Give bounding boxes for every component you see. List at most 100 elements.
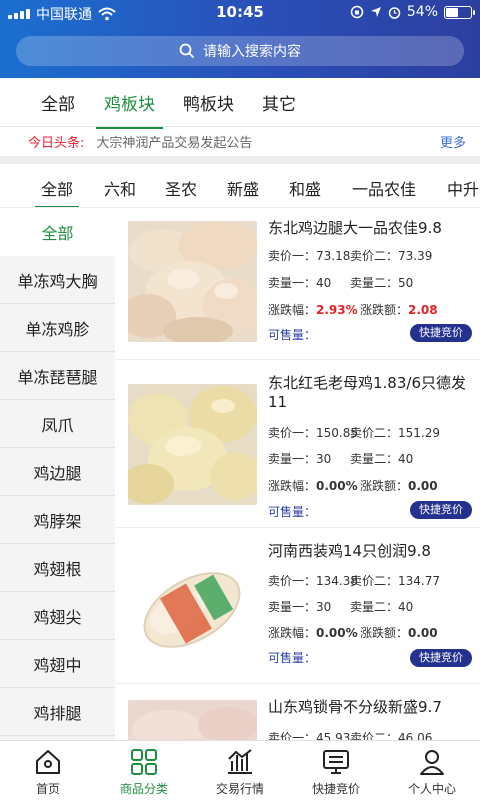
qty1-label: 卖量一： [268,276,317,290]
location-icon [370,7,381,17]
sidebar-item[interactable]: 单冻鸡胗 [0,304,115,352]
product-card[interactable]: 河南西装鸡14只创润9.8 卖价一：134.38 卖价二：134.77 卖量一：… [115,528,480,684]
product-title[interactable]: 河南西装鸡14只创润9.8 [268,542,473,561]
quick-bid-button[interactable]: 快捷竞价 [410,501,472,519]
sell2-label: 卖价二： [350,731,399,740]
product-title[interactable]: 东北鸡边腿大一品农佳9.8 [268,219,473,238]
monitor-icon [323,750,349,774]
product-title[interactable]: 山东鸡锁骨不分级新盛9.7 [268,698,473,717]
nav-categories[interactable]: 商品分类 [96,741,192,800]
sidebar-item[interactable]: 凤爪 [0,400,115,448]
qty1-value: 40 [316,276,332,290]
sidebar-item[interactable]: 鸡脖架 [0,496,115,544]
qty2-value: 40 [398,452,414,466]
sell2-value: 134.77 [398,574,441,588]
brand-tab-yipinnongjia[interactable]: 一品农佳 [352,176,416,200]
sidebar-item[interactable]: 单冻琵琶腿 [0,352,115,400]
sidebar-item[interactable]: 鸡排腿 [0,688,115,736]
qty2-value: 40 [398,600,414,614]
chicken-leg-image [128,221,257,342]
sidebar-item[interactable]: 鸡翅中 [0,640,115,688]
change-amt-value: 0.00 [408,479,438,493]
sell2-label: 卖价二： [350,426,399,440]
nav-quick-bid[interactable]: 快捷竞价 [288,741,384,800]
grid-icon [131,749,157,775]
qty2-label: 卖量二： [350,276,399,290]
nav-profile-label: 个人中心 [407,782,456,796]
change-amt-label: 涨跌额： [360,303,409,317]
change-pct-label: 涨跌幅： [268,303,317,317]
news-bar[interactable]: 今日头条: 大宗神润产品交易发起公告 更多 [0,126,480,156]
battery-icon [444,5,475,19]
search-placeholder: 请输入搜索内容 [203,44,301,60]
product-card[interactable]: 东北红毛老母鸡1.83/6只德发11 卖价一：150.85 卖价二：151.29… [115,360,480,528]
change-amt-label: 涨跌额： [360,626,409,640]
section-divider [0,156,480,164]
sidebar-item-all[interactable]: 全部 [0,208,115,256]
sidebar-item[interactable]: 鸡边腿 [0,448,115,496]
nav-home-label: 首页 [35,782,60,796]
news-headline[interactable]: 大宗神润产品交易发起公告 [96,132,252,151]
sell2-value: 46.06 [398,731,433,740]
sell1-label: 卖价一： [268,426,317,440]
nav-home[interactable]: 首页 [0,741,96,800]
brand-tab-xinsheng[interactable]: 新盛 [227,176,259,200]
search-bar[interactable]: 请输入搜索内容 [16,36,464,66]
sell1-value: 73.18 [316,249,351,263]
brand-tab-liuhe[interactable]: 六和 [104,176,136,200]
tab-chicken[interactable]: 鸡板块 [96,90,163,129]
nav-market[interactable]: 交易行情 [192,741,288,800]
change-amt-label: 涨跌额： [360,479,409,493]
change-pct-value: 0.00% [316,626,358,640]
product-card[interactable]: 东北鸡边腿大一品农佳9.8 卖价一：73.18 卖价二：73.39 卖量一：40… [115,208,480,360]
nav-quick-bid-label: 快捷竞价 [311,782,360,796]
sellable-label: 可售量： [268,505,317,519]
news-more-link[interactable]: 更多 [440,132,466,151]
product-list: 东北鸡边腿大一品农佳9.8 卖价一：73.18 卖价二：73.39 卖量一：40… [115,208,480,740]
product-card[interactable]: 山东鸡锁骨不分级新盛9.7 卖价一：45.93 卖价二：46.06 [115,684,480,740]
app-header: 中国联通 10:45 54% 请输入搜索内容 [0,0,480,78]
sell1-label: 卖价一： [268,574,317,588]
quick-bid-button[interactable]: 快捷竞价 [410,324,472,342]
nav-profile[interactable]: 个人中心 [384,741,480,800]
sell2-label: 卖价二： [350,249,399,263]
product-title[interactable]: 东北红毛老母鸡1.83/6只德发11 [268,374,473,412]
whole-chicken-image [128,384,257,505]
chicken-bone-image [128,700,257,740]
tab-other[interactable]: 其它 [262,90,296,115]
home-icon [36,750,60,774]
quick-bid-button[interactable]: 快捷竞价 [410,649,472,667]
change-pct-label: 涨跌幅： [268,626,317,640]
category-tabs: 全部 鸡板块 鸭板块 其它 [0,78,480,129]
change-pct-value: 0.00% [316,479,358,493]
change-pct-value: 2.93% [316,303,358,317]
sell2-value: 151.29 [398,426,441,440]
sell1-label: 卖价一： [268,249,317,263]
qty1-value: 30 [316,452,332,466]
battery-percent: 54% [406,4,438,20]
change-amt-value: 2.08 [408,303,438,317]
qty2-value: 50 [398,276,414,290]
qty1-value: 30 [316,600,332,614]
sidebar-item[interactable]: 鸡翅尖 [0,592,115,640]
person-icon [420,750,444,775]
packaged-chicken-image [128,550,257,671]
tab-duck[interactable]: 鸭板块 [183,90,234,115]
nav-market-label: 交易行情 [215,782,264,796]
brand-tab-shengnong[interactable]: 圣农 [165,176,197,200]
alarm-icon [388,6,401,19]
sellable-label: 可售量： [268,651,317,665]
sidebar-item[interactable]: 单冻鸡大胸 [0,256,115,304]
tab-all[interactable]: 全部 [41,90,75,115]
brand-tab-all[interactable]: 全部 [34,176,80,207]
status-bar: 中国联通 10:45 54% [0,0,480,26]
brand-tab-zhongsheng[interactable]: 中升 [447,176,479,200]
qty2-label: 卖量二： [350,600,399,614]
sell1-label: 卖价一： [268,731,317,740]
sell2-label: 卖价二： [350,574,399,588]
chart-icon [228,749,252,774]
nav-categories-label: 商品分类 [119,782,168,796]
qty1-label: 卖量一： [268,600,317,614]
sidebar-item[interactable]: 鸡翅根 [0,544,115,592]
brand-tab-hesheng[interactable]: 和盛 [289,176,321,200]
